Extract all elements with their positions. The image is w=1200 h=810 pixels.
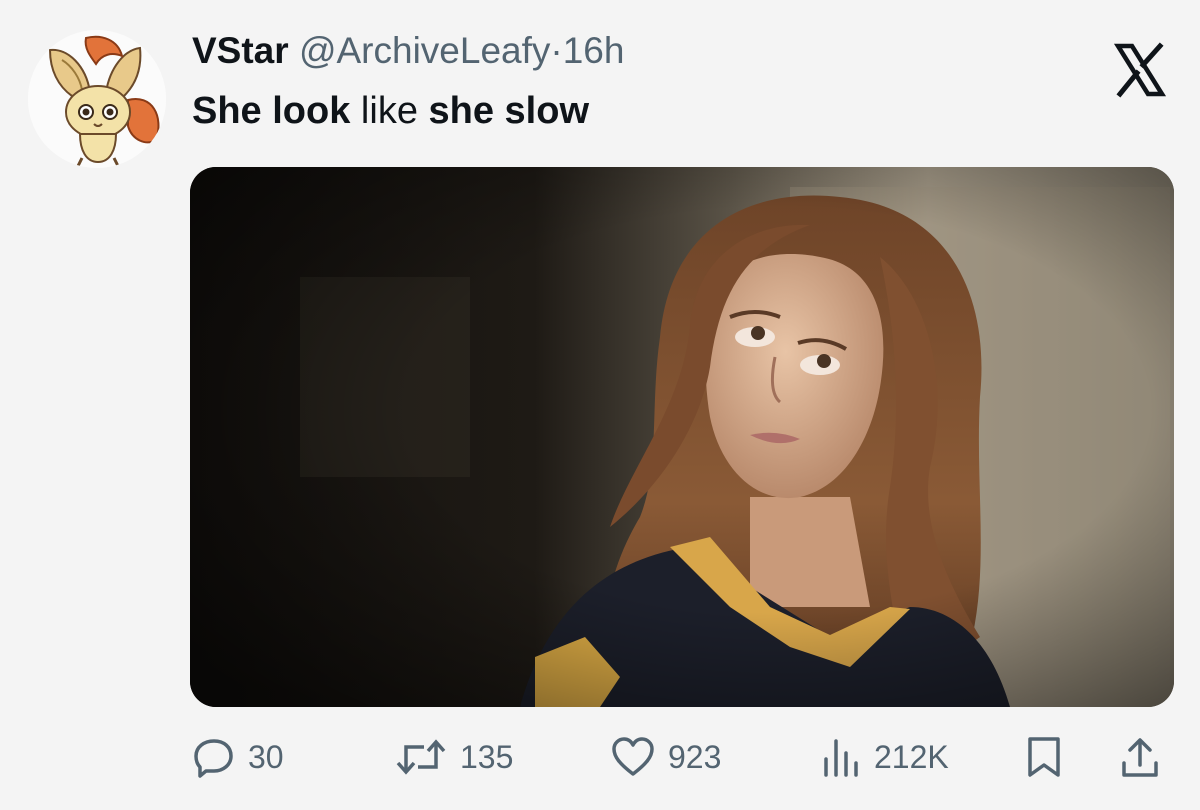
views-button[interactable]: 212K	[818, 722, 949, 792]
tweet-header: VStar @ArchiveLeafy·16h	[192, 28, 624, 74]
reply-icon	[194, 739, 233, 778]
separator-dot: ·	[550, 30, 563, 71]
author-avatar[interactable]	[28, 30, 166, 168]
tweet-media-photo[interactable]	[190, 167, 1174, 707]
repost-count: 135	[460, 738, 514, 775]
post-time[interactable]: 16h	[563, 30, 625, 71]
tweet-text-part-bold-1: She look	[192, 90, 351, 132]
tweet-text-part-bold-2: she slow	[428, 90, 590, 132]
like-count: 923	[668, 738, 722, 775]
bookmark-icon	[1028, 737, 1060, 777]
bookmark-button[interactable]	[1024, 722, 1064, 792]
tweet-action-bar: 30 135 923 212K	[0, 722, 1200, 792]
tweet-text-part-regular: like	[350, 90, 429, 132]
repost-icon	[396, 739, 446, 775]
views-chart-icon	[824, 739, 858, 777]
heart-icon	[612, 737, 654, 776]
views-count: 212K	[874, 738, 949, 775]
x-logo-icon	[1112, 42, 1168, 98]
share-upload-icon	[1122, 738, 1158, 777]
author-handle[interactable]: @ArchiveLeafy	[299, 30, 550, 71]
tweet-text: She look like she slow	[192, 87, 589, 135]
like-button[interactable]: 923	[610, 722, 721, 792]
leafeon-avatar-icon	[28, 30, 166, 168]
reply-count: 30	[248, 738, 284, 775]
author-name[interactable]: VStar	[192, 30, 289, 71]
share-button[interactable]	[1118, 722, 1162, 792]
repost-button[interactable]: 135	[394, 722, 513, 792]
reply-button[interactable]: 30	[192, 722, 284, 792]
photo-woman-looking-up	[190, 167, 1174, 707]
